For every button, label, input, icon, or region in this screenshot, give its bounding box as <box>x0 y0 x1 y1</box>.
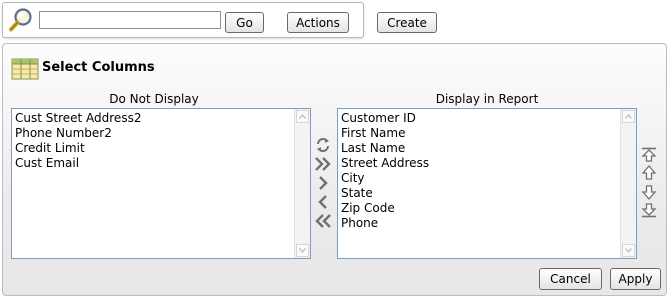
search-toolbar: Go Actions <box>2 2 364 38</box>
list-item[interactable]: City <box>338 171 619 186</box>
select-columns-panel: Select Columns Do Not Display Display in… <box>2 43 667 296</box>
list-item[interactable]: State <box>338 186 619 201</box>
list-item[interactable]: Last Name <box>338 141 619 156</box>
move-right-icon[interactable] <box>314 175 332 191</box>
move-all-left-icon[interactable] <box>314 213 332 229</box>
display-in-report-label: Display in Report <box>435 92 539 106</box>
list-item[interactable]: First Name <box>338 126 619 141</box>
search-input[interactable] <box>39 11 221 29</box>
reset-icon[interactable] <box>314 137 332 153</box>
move-left-icon[interactable] <box>314 194 332 210</box>
list-item[interactable]: Customer ID <box>338 111 619 126</box>
search-icon[interactable] <box>8 7 34 33</box>
scroll-down-arrow-icon[interactable] <box>622 244 635 257</box>
list-item[interactable]: Cust Street Address2 <box>12 111 293 126</box>
list-item[interactable]: Phone <box>338 216 619 231</box>
display-in-report-list: Customer ID First Name Last Name Street Add… <box>338 111 619 231</box>
go-button[interactable]: Go <box>225 12 264 33</box>
scroll-up-arrow-icon[interactable] <box>296 110 309 123</box>
panel-title: Select Columns <box>42 60 155 75</box>
do-not-display-list: Cust Street Address2 Phone Number2 Credit … <box>12 111 293 171</box>
scroll-up-arrow-icon[interactable] <box>622 110 635 123</box>
display-in-report-listbox[interactable]: Customer ID First Name Last Name Street Add… <box>337 108 637 259</box>
cancel-button[interactable]: Cancel <box>539 268 602 290</box>
table-columns-icon <box>11 58 39 80</box>
scroll-down-arrow-icon[interactable] <box>296 244 309 257</box>
right-scrollbar[interactable] <box>620 109 636 258</box>
left-scrollbar[interactable] <box>294 109 310 258</box>
move-top-icon[interactable] <box>640 147 658 163</box>
move-all-right-icon[interactable] <box>314 156 332 172</box>
create-button[interactable]: Create <box>377 12 437 33</box>
do-not-display-listbox[interactable]: Cust Street Address2 Phone Number2 Credit … <box>11 108 311 259</box>
move-down-icon[interactable] <box>640 184 658 200</box>
apply-button[interactable]: Apply <box>610 268 661 290</box>
move-up-icon[interactable] <box>640 165 658 181</box>
list-item[interactable]: Cust Email <box>12 156 293 171</box>
actions-button[interactable]: Actions <box>287 12 349 33</box>
move-bottom-icon[interactable] <box>640 202 658 218</box>
list-item[interactable]: Zip Code <box>338 201 619 216</box>
do-not-display-label: Do Not Display <box>109 92 199 106</box>
list-item[interactable]: Phone Number2 <box>12 126 293 141</box>
list-item[interactable]: Credit Limit <box>12 141 293 156</box>
list-item[interactable]: Street Address <box>338 156 619 171</box>
